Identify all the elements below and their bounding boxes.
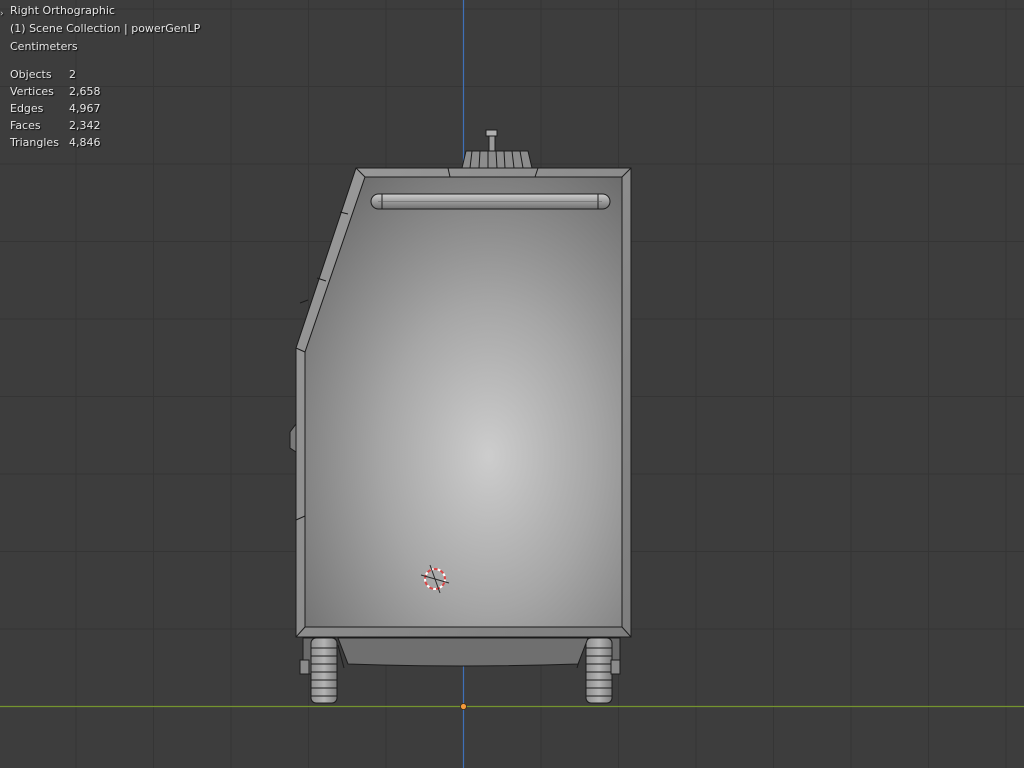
underside-tank: [337, 637, 589, 667]
viewport-canvas[interactable]: [0, 0, 1024, 768]
chevron-right-icon[interactable]: ›: [0, 8, 8, 20]
housing-panel: [304, 176, 623, 628]
generator-model[interactable]: [289, 129, 632, 704]
3d-viewport[interactable]: › Right Orthographic (1) Scene Collectio…: [0, 0, 1024, 768]
world-origin-dot: [460, 703, 467, 710]
